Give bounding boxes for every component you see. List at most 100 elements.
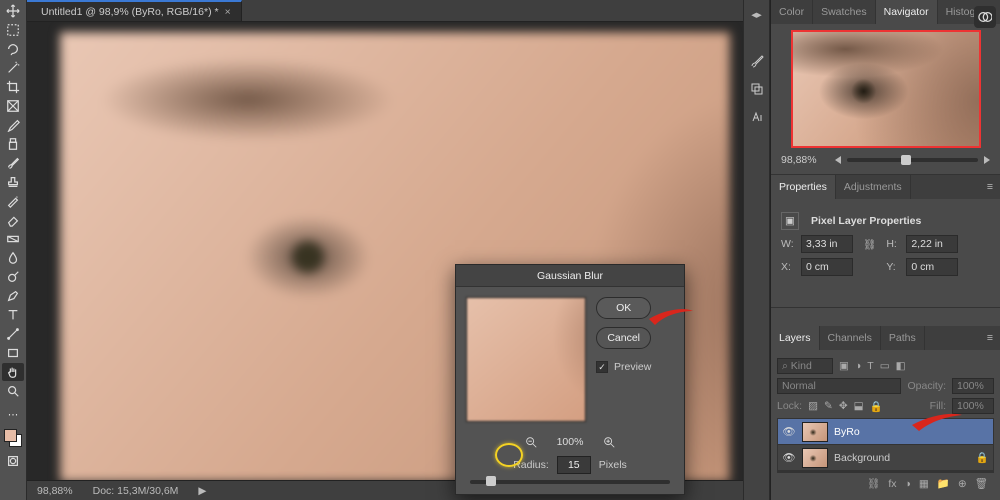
tool-gradient[interactable] <box>2 230 24 248</box>
quickmask-icon[interactable] <box>2 452 24 470</box>
panel-menu-icon[interactable]: ≡ <box>980 326 1000 350</box>
fill-field[interactable]: 100% <box>952 398 994 414</box>
document-tab[interactable]: Untitled1 @ 98,9% (ByRo, RGB/16*) * × <box>27 0 242 21</box>
tool-lasso[interactable] <box>2 40 24 58</box>
tool-eyedropper[interactable] <box>2 116 24 134</box>
visibility-icon[interactable]: 👁 <box>782 451 796 464</box>
properties-panel: Properties Adjustments ≡ ▣ Pixel Layer Pr… <box>771 175 1000 308</box>
tool-history[interactable] <box>2 192 24 210</box>
dialog-zoom: 100% <box>557 436 584 448</box>
layers-footer: ⛓ fx ◑ ▦ 📁 ⊕ 🗑 <box>777 472 994 494</box>
cc-home-icon[interactable] <box>974 6 996 28</box>
expand-icon[interactable]: ◂▸ <box>748 6 766 24</box>
layer-thumb[interactable] <box>802 422 828 442</box>
zoom-in-icon[interactable] <box>984 156 990 164</box>
opacity-label: Opacity: <box>907 380 946 392</box>
tool-rect[interactable] <box>2 344 24 362</box>
height-field[interactable]: 2,22 in <box>906 235 958 253</box>
opacity-field[interactable]: 100% <box>952 378 994 394</box>
blend-mode[interactable]: Normal <box>777 378 901 394</box>
tab-adjustments[interactable]: Adjustments <box>836 175 911 199</box>
tab-paths[interactable]: Paths <box>881 326 925 350</box>
tab-color[interactable]: Color <box>771 0 813 24</box>
new-layer-icon[interactable]: ⊕ <box>958 478 967 490</box>
navigator-slider[interactable] <box>847 158 978 162</box>
status-caret[interactable]: ▶ <box>198 485 206 497</box>
zoom-out-icon[interactable] <box>523 434 539 450</box>
navigator-thumbnail[interactable] <box>791 30 981 148</box>
fill-label: Fill: <box>930 400 946 412</box>
zoom-in-icon[interactable] <box>601 434 617 450</box>
tool-type[interactable] <box>2 306 24 324</box>
mask-icon[interactable]: ◑ <box>905 478 911 490</box>
width-field[interactable]: 3,33 in <box>801 235 853 253</box>
tool-brush[interactable] <box>2 154 24 172</box>
layer-thumb[interactable] <box>802 448 828 468</box>
tab-layers[interactable]: Layers <box>771 326 820 350</box>
trash-icon[interactable]: 🗑 <box>975 477 988 490</box>
zoom-out-icon[interactable] <box>835 156 841 164</box>
color-swatches[interactable] <box>4 429 22 447</box>
tool-eraser[interactable] <box>2 211 24 229</box>
pixel-layer-icon: ▣ <box>781 212 799 230</box>
preview-checkbox[interactable]: ✓ Preview <box>596 361 651 373</box>
tab-properties[interactable]: Properties <box>771 175 836 199</box>
link-icon[interactable]: ⛓ <box>859 238 880 251</box>
layer-name[interactable]: ByRo <box>834 426 860 438</box>
x-field[interactable]: 0 cm <box>801 258 853 276</box>
dialog-title[interactable]: Gaussian Blur <box>456 265 684 287</box>
radius-field[interactable]: 15 <box>557 456 591 474</box>
panel-menu-icon[interactable]: ≡ <box>980 175 1000 199</box>
cancel-button[interactable]: Cancel <box>596 327 651 349</box>
group-icon[interactable]: 📁 <box>937 477 950 490</box>
layer-row[interactable]: 👁 ByRo <box>778 419 993 445</box>
tab-navigator[interactable]: Navigator <box>876 0 938 24</box>
tool-pen[interactable] <box>2 287 24 305</box>
dialog-preview[interactable] <box>466 297 586 422</box>
brush-panel-icon[interactable] <box>748 52 766 70</box>
tool-path[interactable] <box>2 325 24 343</box>
tool-patch[interactable] <box>2 135 24 153</box>
status-zoom[interactable]: 98,88% <box>37 485 73 497</box>
lock-label: Lock: <box>777 400 802 412</box>
tool-wand[interactable] <box>2 59 24 77</box>
lock-icons[interactable]: ▨✎✥⬓🔒 <box>808 400 883 413</box>
properties-heading: Pixel Layer Properties <box>811 215 921 227</box>
tool-hand[interactable] <box>2 363 24 381</box>
document-tab-title: Untitled1 @ 98,9% (ByRo, RGB/16*) * <box>41 6 219 18</box>
height-label: H: <box>886 238 900 250</box>
close-icon[interactable]: × <box>225 6 231 18</box>
tool-more[interactable]: ⋯ <box>2 406 24 424</box>
clone-panel-icon[interactable] <box>748 80 766 98</box>
y-label: Y: <box>886 261 900 273</box>
radius-slider[interactable] <box>470 480 670 484</box>
tool-stamp[interactable] <box>2 173 24 191</box>
fx-icon[interactable]: fx <box>888 478 896 490</box>
tool-blur[interactable] <box>2 249 24 267</box>
y-field[interactable]: 0 cm <box>906 258 958 276</box>
visibility-icon[interactable]: 👁 <box>782 425 796 438</box>
tool-frame[interactable] <box>2 97 24 115</box>
lock-icon[interactable]: 🔒 <box>976 451 989 464</box>
ok-button[interactable]: OK <box>596 297 651 319</box>
tool-crop[interactable] <box>2 78 24 96</box>
x-label: X: <box>781 261 795 273</box>
tool-marquee[interactable] <box>2 21 24 39</box>
layer-name[interactable]: Background <box>834 452 890 464</box>
layer-kind[interactable]: ⌕ Kind <box>777 358 833 374</box>
tab-swatches[interactable]: Swatches <box>813 0 876 24</box>
adjust-icon[interactable]: ▦ <box>919 478 929 490</box>
tool-dodge[interactable] <box>2 268 24 286</box>
link-layers-icon[interactable]: ⛓ <box>867 477 880 490</box>
layer-row[interactable]: 👁 Background 🔒 <box>778 445 993 471</box>
collapsed-panels: ◂▸ <box>743 0 770 500</box>
status-docinfo: Doc: 15,3M/30,6M <box>93 485 179 497</box>
tool-move[interactable] <box>2 2 24 20</box>
layer-list: 👁 ByRo 👁 Background 🔒 <box>777 418 994 472</box>
tool-zoom[interactable] <box>2 382 24 400</box>
navigator-zoom[interactable]: 98,88% <box>781 154 829 166</box>
checkbox-icon[interactable]: ✓ <box>596 361 608 373</box>
char-panel-icon[interactable] <box>748 108 766 126</box>
layer-filter-icons[interactable]: ▣◑T▭◧ <box>839 360 906 372</box>
tab-channels[interactable]: Channels <box>820 326 881 350</box>
